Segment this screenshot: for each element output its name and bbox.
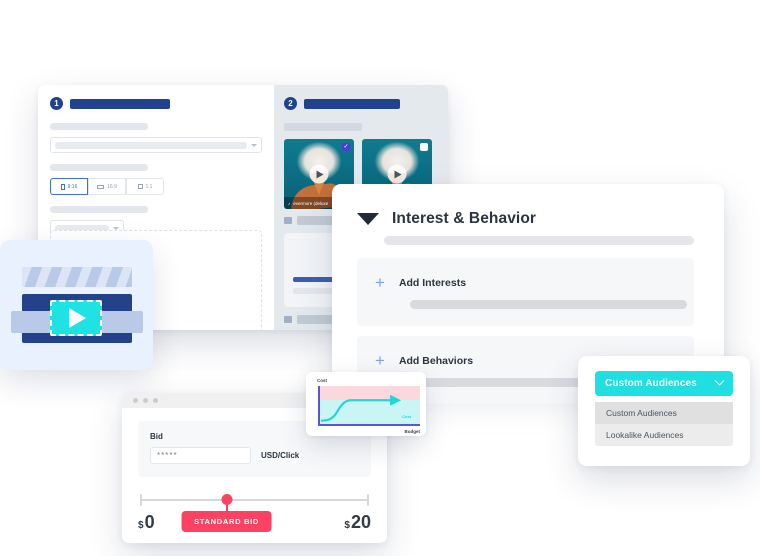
select-value-placeholder (55, 141, 247, 149)
window-maximize-dot[interactable] (153, 398, 158, 403)
caret-down-icon[interactable] (357, 213, 379, 225)
add-interests-block: + Add Interests (357, 258, 694, 326)
custom-audiences-button-label: Custom Audiences (605, 378, 697, 389)
window-minimize-dot[interactable] (143, 398, 148, 403)
ratio-portrait-icon (60, 183, 65, 190)
step-1-header: 1 (50, 97, 262, 110)
currency-symbol: $ (344, 520, 350, 531)
custom-audiences-option-list: Custom Audiences Lookalike Audiences (595, 402, 733, 446)
chart-plot-area: Cost (318, 386, 420, 426)
option-custom-audiences[interactable]: Custom Audiences (595, 402, 733, 424)
bid-slider[interactable]: $ 0 $ 20 STANDARD BID (138, 490, 371, 538)
add-behaviors-label: Add Behaviors (398, 354, 474, 367)
bid-input-row: USD/Click (150, 447, 359, 464)
slider-max-number: 20 (350, 512, 371, 532)
ratio-label-placeholder (50, 164, 148, 171)
slider-min-cap (140, 494, 142, 506)
chevron-down-icon (251, 143, 257, 147)
currency-symbol: $ (138, 520, 144, 531)
slider-track[interactable] (140, 499, 369, 501)
chart-cost-curve (318, 394, 402, 427)
option-lookalike-audiences[interactable]: Lookalike Audiences (595, 424, 733, 446)
slider-min-number: 0 (144, 512, 155, 532)
ratio-chip-9-16[interactable]: 9:16 (50, 178, 88, 195)
interest-behavior-header[interactable]: Interest & Behavior (357, 210, 694, 228)
video-creative-card (0, 240, 153, 370)
thumbnail-checkbox-checked[interactable]: ✓ (342, 143, 350, 151)
thumbnail-checkbox-unchecked[interactable] (420, 143, 428, 151)
step-1-title-placeholder (70, 98, 170, 109)
ratio-chip-1-1[interactable]: 1:1 (126, 178, 164, 195)
list-icon (284, 217, 292, 224)
custom-audiences-panel: Custom Audiences Custom Audiences Lookal… (578, 356, 750, 466)
interest-summary-placeholder (384, 236, 694, 245)
thumbnails-label-placeholder (284, 123, 362, 131)
step-2-badge: 2 (284, 97, 297, 110)
add-interests-row[interactable]: + Add Interests (375, 274, 694, 291)
music-note-icon: ♪ (288, 200, 291, 206)
play-icon[interactable] (309, 164, 329, 184)
slider-max-value: $ 20 (344, 512, 371, 533)
ratio-chip-label: 16:9 (107, 183, 117, 190)
slider-min-value: $ 0 (138, 512, 155, 533)
page-title: Interest & Behavior (392, 210, 537, 227)
ratio-chip-16-9[interactable]: 16:9 (88, 178, 126, 195)
field-label-placeholder (50, 123, 148, 130)
play-icon (50, 300, 102, 336)
video-clapperboard-icon (11, 267, 143, 343)
step-2-header: 2 (284, 97, 438, 110)
plus-icon: + (375, 351, 385, 370)
ratio-chip-label: 9:16 (67, 183, 78, 190)
status-badge: STANDARD BID (181, 511, 272, 532)
chart-series-label: Cost (402, 414, 411, 419)
interests-input-placeholder[interactable] (410, 300, 687, 309)
plus-icon: + (375, 273, 385, 292)
step-1-badge: 1 (50, 97, 63, 110)
slider-max-cap (367, 494, 369, 506)
bid-unit-label: USD/Click (261, 451, 300, 460)
aspect-ratio-group: 9:16 16:9 1:1 (50, 178, 262, 195)
interest-behavior-panel: Interest & Behavior + Add Interests + Ad… (332, 184, 724, 404)
custom-audiences-dropdown-button[interactable]: Custom Audiences (595, 371, 733, 396)
play-icon[interactable] (387, 164, 407, 184)
ratio-chip-label: 1:1 (145, 183, 153, 190)
illustration-stage: 1 9:16 16:9 1:1 2 ✓ ♪ evermore (deluxe I… (0, 0, 760, 556)
music-title: evermore (deluxe (293, 200, 329, 206)
clapperboard-top (22, 267, 132, 287)
cost-budget-chart-card: Cost Cost Budget (306, 372, 426, 436)
window-close-dot[interactable] (133, 398, 138, 403)
chart-y-axis-label: Cost (317, 378, 327, 383)
chart-x-axis-label: Budget (404, 429, 421, 434)
ratio-square-icon (137, 184, 143, 189)
list-icon (284, 316, 292, 323)
slider-knob[interactable] (221, 494, 233, 505)
chevron-down-icon (714, 375, 725, 386)
objective-select[interactable] (50, 137, 262, 153)
ratio-landscape-icon (97, 184, 105, 189)
bid-input[interactable] (150, 447, 251, 464)
step-2-title-placeholder (304, 98, 400, 109)
clapperboard-slate-line (28, 288, 124, 293)
secondary-label-placeholder (50, 206, 148, 213)
add-interests-label: Add Interests (398, 276, 467, 289)
